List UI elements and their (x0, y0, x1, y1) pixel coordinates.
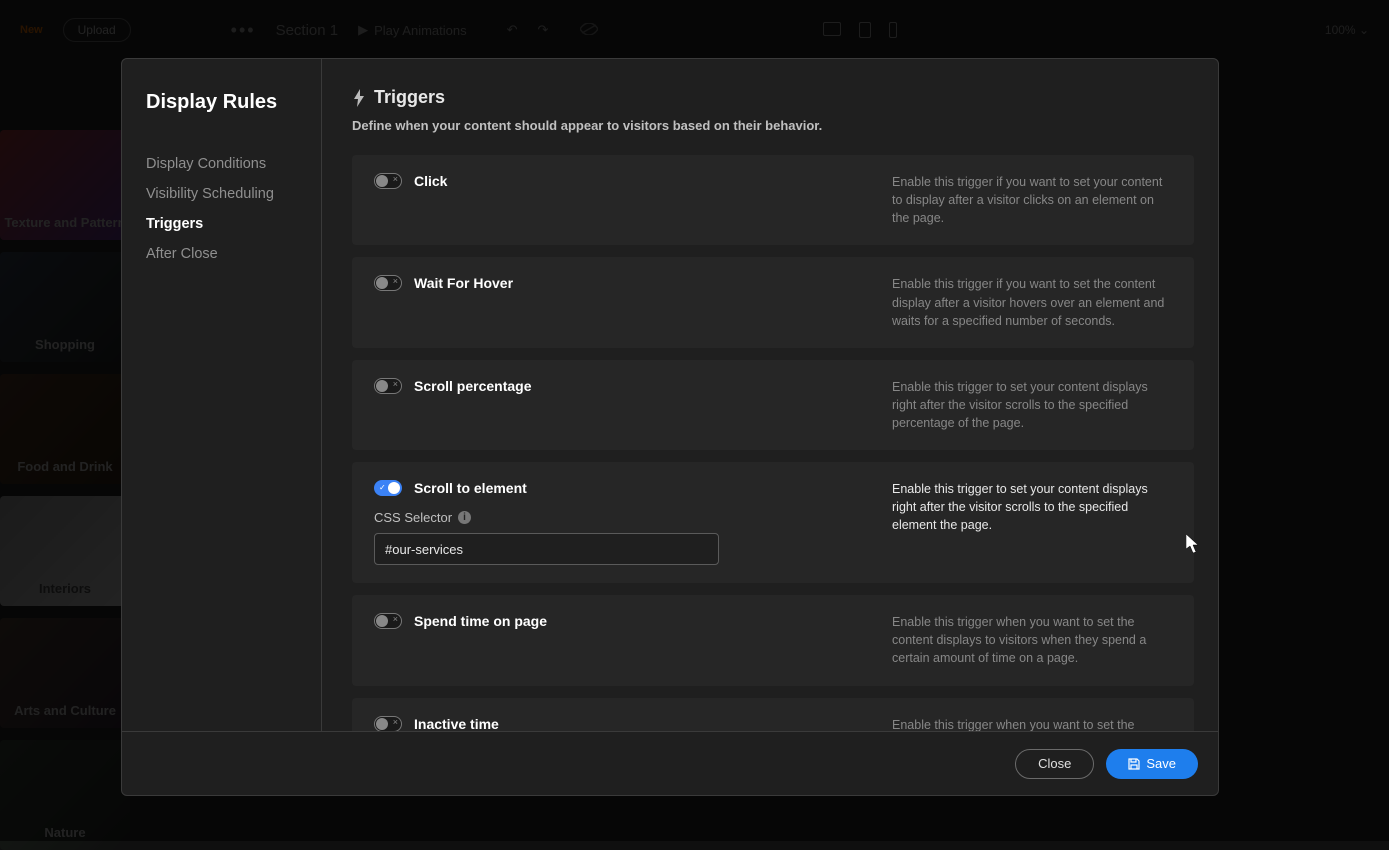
trigger-head: ×✓ Inactive time (374, 716, 868, 732)
trigger-title: Spend time on page (414, 613, 547, 629)
trigger-head: ×✓ Spend time on page (374, 613, 868, 629)
info-icon[interactable]: i (458, 511, 471, 524)
modal-content: Triggers Define when your content should… (322, 59, 1218, 731)
trigger-toggle[interactable]: ×✓ (374, 173, 402, 189)
save-icon (1128, 758, 1140, 770)
trigger-toggle[interactable]: ×✓ (374, 275, 402, 291)
field-label: CSS Selector i (374, 510, 868, 525)
display-rules-modal: Display Rules Display Conditions Visibili… (121, 58, 1219, 796)
field-label-text: CSS Selector (374, 510, 452, 525)
trigger-head: ×✓ Scroll to element (374, 480, 868, 496)
trigger-help-text: Enable this trigger to set your content … (892, 378, 1172, 432)
trigger-head: ×✓ Wait For Hover (374, 275, 868, 291)
trigger-card-click: ×✓ Click Enable this trigger if you want t… (352, 155, 1194, 245)
nav-item-triggers[interactable]: Triggers (146, 216, 297, 232)
trigger-left: ×✓ Wait For Hover (374, 275, 868, 329)
nav-item-visibility-scheduling[interactable]: Visibility Scheduling (146, 186, 297, 202)
save-button-label: Save (1146, 756, 1176, 771)
trigger-card-wait-for-hover: ×✓ Wait For Hover Enable this trigger if y… (352, 257, 1194, 347)
modal-title: Display Rules (146, 91, 297, 114)
modal-body: Display Rules Display Conditions Visibili… (122, 59, 1218, 731)
trigger-left: ×✓ Scroll percentage (374, 378, 868, 432)
triggers-list[interactable]: ×✓ Click Enable this trigger if you want t… (352, 155, 1212, 731)
trigger-help-text: Enable this trigger to set your content … (892, 480, 1172, 565)
trigger-left: ×✓ Spend time on page (374, 613, 868, 667)
trigger-left: ×✓ Inactive time (374, 716, 868, 732)
modal-sidebar: Display Rules Display Conditions Visibili… (122, 59, 322, 731)
trigger-card-scroll-to-element: ×✓ Scroll to element CSS Selector i Enable t… (352, 462, 1194, 583)
content-heading-text: Triggers (374, 87, 445, 108)
nav-item-display-conditions[interactable]: Display Conditions (146, 156, 297, 172)
trigger-title: Click (414, 173, 447, 189)
trigger-left: ×✓ Click (374, 173, 868, 227)
trigger-card-spend-time-on-page: ×✓ Spend time on page Enable this trigger … (352, 595, 1194, 685)
content-description: Define when your content should appear t… (352, 118, 1188, 133)
content-heading: Triggers (352, 87, 1188, 108)
trigger-left: ×✓ Scroll to element CSS Selector i (374, 480, 868, 565)
trigger-card-scroll-percentage: ×✓ Scroll percentage Enable this trigger t… (352, 360, 1194, 450)
trigger-toggle[interactable]: ×✓ (374, 716, 402, 732)
trigger-toggle[interactable]: ×✓ (374, 378, 402, 394)
css-selector-input[interactable] (374, 533, 719, 565)
trigger-help-text: Enable this trigger when you want to set… (892, 613, 1172, 667)
trigger-help-text: Enable this trigger if you want to set y… (892, 173, 1172, 227)
modal-footer: Close Save (122, 731, 1218, 795)
trigger-toggle[interactable]: ×✓ (374, 613, 402, 629)
trigger-title: Scroll to element (414, 480, 527, 496)
trigger-head: ×✓ Click (374, 173, 868, 189)
lightning-icon (352, 89, 366, 107)
save-button[interactable]: Save (1106, 749, 1198, 779)
trigger-title: Inactive time (414, 716, 499, 732)
trigger-body: CSS Selector i (374, 510, 868, 565)
close-button[interactable]: Close (1015, 749, 1094, 779)
trigger-toggle[interactable]: ×✓ (374, 480, 402, 496)
trigger-help-text: Enable this trigger when you want to set… (892, 716, 1172, 732)
trigger-head: ×✓ Scroll percentage (374, 378, 868, 394)
trigger-help-text: Enable this trigger if you want to set t… (892, 275, 1172, 329)
modal-nav: Display Conditions Visibility Scheduling T… (146, 156, 297, 262)
trigger-title: Scroll percentage (414, 378, 532, 394)
trigger-card-inactive-time: ×✓ Inactive time Enable this trigger when … (352, 698, 1194, 732)
nav-item-after-close[interactable]: After Close (146, 246, 297, 262)
trigger-title: Wait For Hover (414, 275, 513, 291)
